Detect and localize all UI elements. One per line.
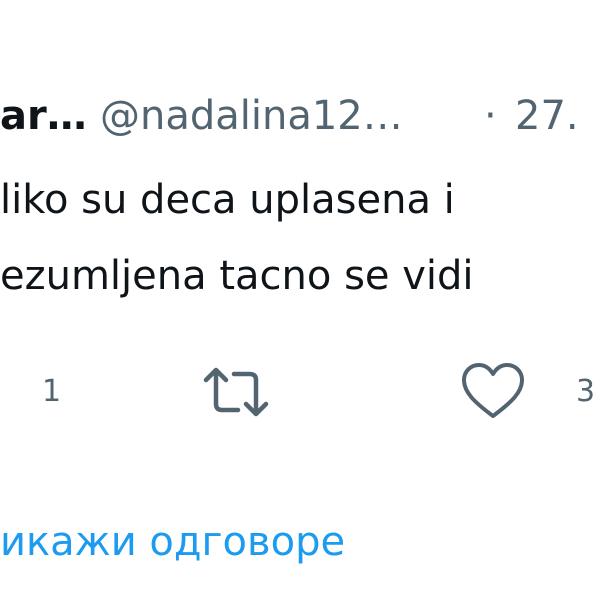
- reply-count: 1: [42, 374, 62, 409]
- heart-icon: [460, 362, 526, 422]
- tweet-date[interactable]: 27.: [515, 86, 579, 146]
- user-handle[interactable]: @nadalina12…: [100, 86, 403, 146]
- retweet-button[interactable]: [200, 360, 272, 424]
- show-replies-link[interactable]: икажи одговоре: [0, 512, 345, 572]
- tweet-actions: 1 3: [0, 360, 600, 424]
- tweet-text-line: ezumljena tacno se vidi: [0, 253, 474, 299]
- retweet-icon: [200, 364, 272, 420]
- tweet-text-line: liko su deca uplasena i: [0, 177, 455, 223]
- display-name[interactable]: ar…: [0, 86, 87, 146]
- like-button[interactable]: 3: [460, 360, 595, 424]
- tweet-text: liko su deca uplasena i ezumljena tacno …: [0, 162, 600, 314]
- like-count: 3: [576, 374, 596, 409]
- separator-dot: ·: [484, 93, 497, 139]
- tweet-header: ar… @nadalina12… · 27.: [0, 86, 600, 146]
